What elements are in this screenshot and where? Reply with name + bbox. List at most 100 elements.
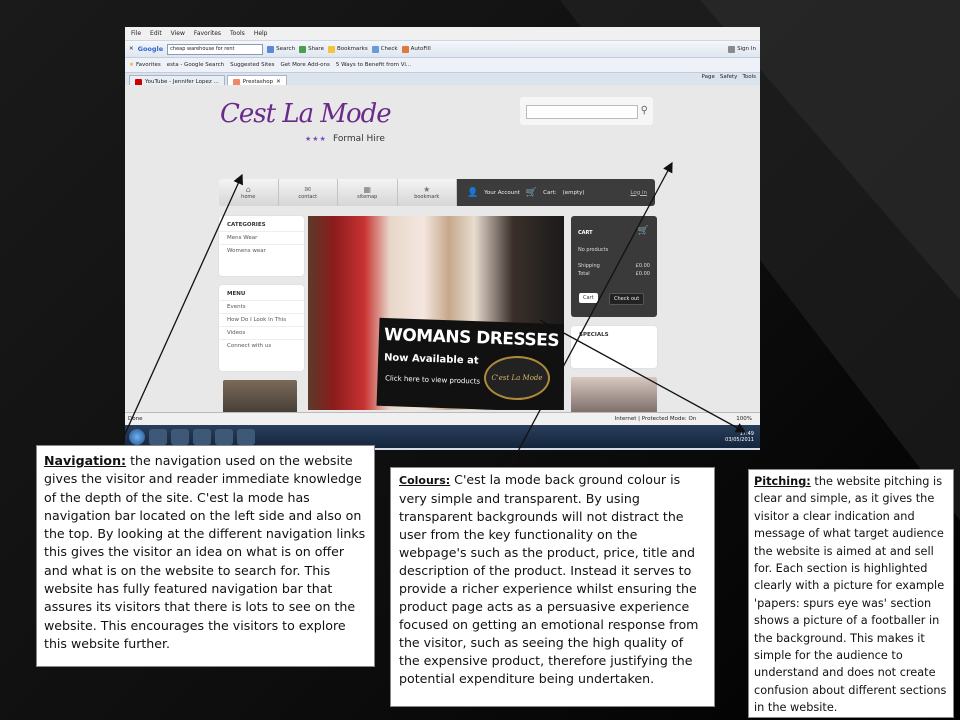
menu-link[interactable]: Videos	[219, 326, 304, 339]
star-icon: ★	[129, 62, 134, 68]
taskbar-app[interactable]	[193, 428, 211, 445]
menu-panel: MENU Events How Do I Look in This Videos…	[219, 285, 304, 371]
site-tagline: Formal Hire	[333, 134, 385, 144]
favorite-link[interactable]: Get More Add-ons	[281, 62, 330, 68]
gear-icon	[728, 45, 736, 53]
favorites-bar: ★ Favorites esta - Google Search Suggeste…	[125, 58, 760, 73]
nav-sitemap[interactable]: ▦ sitemap	[338, 179, 398, 206]
colours-note: Colours: C'est la mode back ground colou…	[390, 467, 715, 707]
check-icon	[371, 45, 379, 53]
menu-link[interactable]: Connect with us	[219, 339, 304, 352]
colours-heading: Colours:	[399, 474, 451, 487]
share-button[interactable]: Share	[299, 45, 324, 53]
taskbar-app[interactable]	[171, 428, 189, 445]
shipping-row: Shipping £0.00	[578, 263, 650, 269]
taskbar-app[interactable]	[237, 428, 255, 445]
bookmarks-button[interactable]: Bookmarks	[327, 45, 368, 53]
specials-panel: SPECIALS	[571, 326, 657, 368]
favorite-link[interactable]: 5 Ways to Benefit from Vi...	[336, 62, 411, 68]
cart-icon: 🛒	[637, 226, 649, 236]
menu-edit[interactable]: Edit	[150, 30, 162, 37]
start-button[interactable]	[129, 428, 145, 445]
favorites-button[interactable]: ★ Favorites	[129, 62, 161, 68]
pitching-heading: Pitching:	[754, 475, 811, 488]
google-search-input[interactable]: cheap warehouse for rent	[167, 43, 264, 55]
taskbar-app[interactable]	[215, 428, 233, 445]
autofill-icon	[401, 45, 409, 53]
search-icon[interactable]: ⚲	[641, 105, 648, 116]
close-icon[interactable]: ✕	[129, 46, 134, 52]
command-bar: Page Safety Tools	[702, 74, 756, 80]
browser-screenshot: File Edit View Favorites Tools Help ✕ Go…	[125, 27, 760, 450]
search-icon	[267, 45, 275, 53]
navigation-note: Navigation: the navigation used on the w…	[36, 445, 375, 667]
google-logo: Google	[137, 45, 164, 53]
website-viewport: Cest La Mode ★★★ Formal Hire ⚲ ⌂ home ✉ co…	[125, 85, 760, 448]
taskbar-app[interactable]	[149, 428, 167, 445]
navigation-body: the navigation used on the website gives…	[44, 453, 366, 651]
star-icon	[327, 45, 335, 53]
user-icon: 👤	[467, 187, 479, 198]
page-menu[interactable]: Page	[702, 74, 715, 80]
top-navigation: ⌂ home ✉ contact ▦ sitemap ★ bookmark	[219, 179, 457, 206]
specials-title: SPECIALS	[579, 332, 609, 338]
your-account-link[interactable]: Your Account	[484, 190, 520, 196]
pitching-note: Pitching: the website pitching is clear …	[748, 469, 954, 718]
status-text: Done	[128, 416, 143, 422]
check-button[interactable]: Check	[371, 45, 398, 53]
colours-body: C'est la mode back ground colour is very…	[399, 472, 699, 686]
share-icon	[299, 45, 307, 53]
menu-favorites[interactable]: Favorites	[194, 30, 221, 37]
google-toolbar: ✕ Google cheap warehouse for rent Search…	[125, 41, 760, 58]
categories-title: CATEGORIES	[227, 222, 266, 228]
favorite-link[interactable]: esta - Google Search	[167, 62, 224, 68]
sitemap-icon: ▦	[363, 185, 372, 194]
cart-button[interactable]: Cart	[579, 293, 598, 303]
cart-status: (empty)	[562, 189, 585, 196]
sign-in-button[interactable]: Sign In	[728, 45, 756, 53]
menu-view[interactable]: View	[171, 30, 185, 37]
navigation-heading: Navigation:	[44, 453, 127, 468]
categories-panel: CATEGORIES Mens Wear Womens wear	[219, 216, 304, 276]
cart-title: CART	[578, 230, 593, 236]
menu-link[interactable]: Events	[219, 300, 304, 313]
menu-title: MENU	[227, 291, 246, 297]
status-bar: Done Internet | Protected Mode: On 100%	[125, 412, 760, 425]
nav-bookmark[interactable]: ★ bookmark	[398, 179, 457, 206]
category-link[interactable]: Womens wear	[219, 244, 304, 257]
site-logo[interactable]: Cest La Mode	[220, 99, 392, 129]
total-row: Total £0.00	[578, 271, 650, 277]
mail-icon: ✉	[304, 185, 312, 194]
favorite-link[interactable]: Suggested Sites	[230, 62, 274, 68]
security-zone: Internet | Protected Mode: On	[614, 416, 697, 422]
account-bar: 👤 Your Account 🛒 Cart: (empty) Log in	[457, 179, 655, 206]
site-search: ⚲	[520, 97, 653, 125]
cart-label[interactable]: Cart:	[543, 190, 556, 196]
tagline-stars: ★★★	[305, 135, 327, 143]
menu-help[interactable]: Help	[254, 30, 268, 37]
autofill-button[interactable]: AutoFill	[401, 45, 431, 53]
nav-contact[interactable]: ✉ contact	[279, 179, 338, 206]
system-clock[interactable]: 17:49 03/05/2011	[725, 431, 754, 443]
menu-bar: File Edit View Favorites Tools Help	[125, 27, 760, 41]
checkout-button[interactable]: Check out	[609, 293, 645, 305]
pitching-body: the website pitching is clear and simple…	[754, 475, 947, 715]
cart-icon: 🛒	[525, 187, 538, 198]
tools-menu[interactable]: Tools	[742, 74, 756, 80]
site-search-input[interactable]	[526, 105, 638, 119]
category-link[interactable]: Mens Wear	[219, 231, 304, 244]
nav-home[interactable]: ⌂ home	[219, 179, 279, 206]
menu-tools[interactable]: Tools	[230, 30, 245, 37]
featured-banner[interactable]: WOMANS DRESSES Now Available at Click he…	[308, 216, 564, 410]
star-icon: ★	[423, 185, 431, 194]
zoom-level[interactable]: 100%	[736, 416, 752, 422]
menu-link[interactable]: How Do I Look in This	[219, 313, 304, 326]
cart-block: CART 🛒 No products Shipping £0.00 Total £0…	[571, 216, 657, 317]
home-icon: ⌂	[245, 185, 251, 194]
safety-menu[interactable]: Safety	[720, 74, 738, 80]
login-link[interactable]: Log in	[630, 190, 647, 196]
cart-empty-text: No products	[578, 247, 609, 253]
search-button[interactable]: Search	[267, 45, 295, 53]
menu-file[interactable]: File	[131, 30, 141, 37]
banner-seal: C'est La Mode	[484, 356, 550, 400]
